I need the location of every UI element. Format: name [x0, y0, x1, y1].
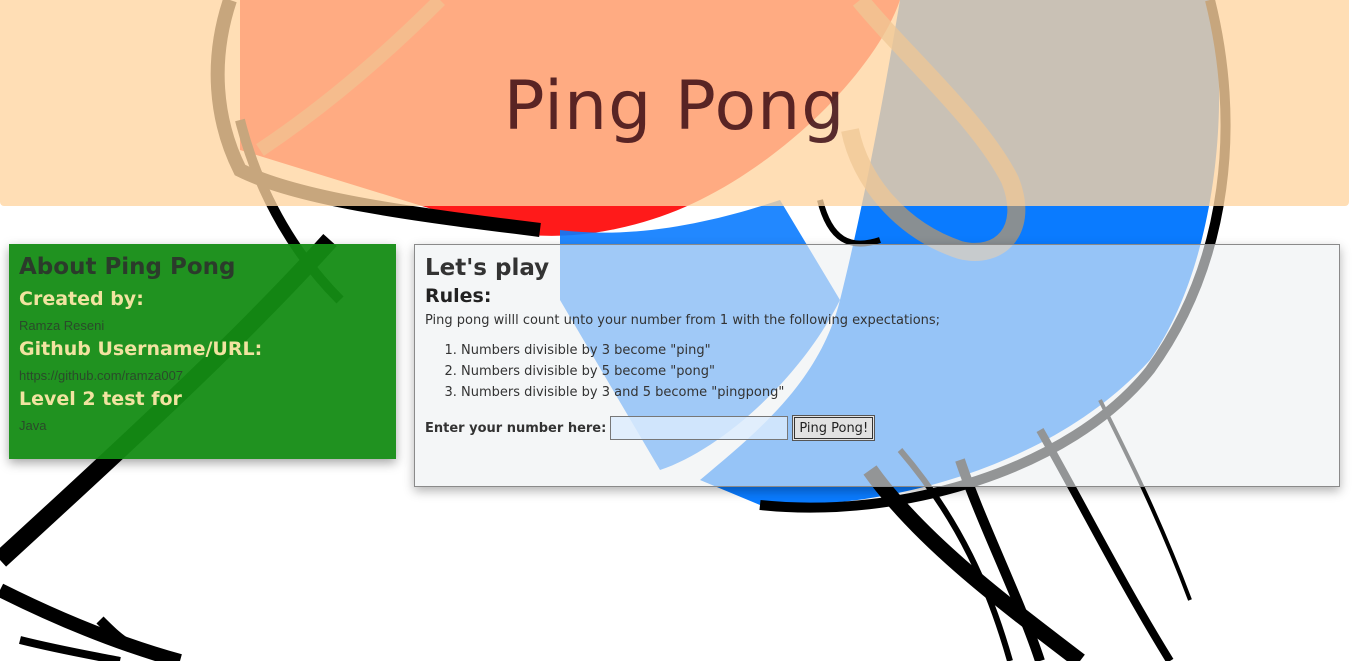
play-panel: Let's play Rules: Ping pong willl count …: [414, 244, 1340, 487]
rules-list: Numbers divisible by 3 become "ping" Num…: [425, 340, 1329, 403]
created-by-value: Ramza Reseni: [19, 318, 105, 333]
play-heading: Let's play: [425, 255, 550, 281]
ping-pong-button[interactable]: Ping Pong!: [792, 415, 876, 441]
number-form: Enter your number here: Ping Pong!: [425, 415, 1329, 441]
level-value: Java: [19, 418, 47, 433]
rule-item: Numbers divisible by 3 and 5 become "pin…: [461, 382, 1329, 403]
about-panel: About Ping Pong Created by: Ramza Reseni…: [9, 244, 396, 459]
page-title: Ping Pong: [503, 66, 846, 146]
about-heading: About Ping Pong: [19, 254, 236, 280]
github-label: Github Username/URL:: [19, 338, 263, 360]
rules-intro: Ping pong willl count unto your number f…: [425, 313, 941, 328]
level-label: Level 2 test for: [19, 388, 182, 410]
github-value: https://github.com/ramza007: [19, 368, 184, 383]
header-banner: Ping Pong: [0, 0, 1349, 206]
number-input-label: Enter your number here:: [425, 420, 607, 436]
created-by-label: Created by:: [19, 288, 144, 310]
rule-item: Numbers divisible by 5 become "pong": [461, 361, 1329, 382]
page: Ping Pong About Ping Pong Created by: Ra…: [0, 0, 1352, 661]
rules-heading: Rules:: [425, 285, 492, 307]
number-input[interactable]: [610, 416, 789, 440]
rule-item: Numbers divisible by 3 become "ping": [461, 340, 1329, 361]
